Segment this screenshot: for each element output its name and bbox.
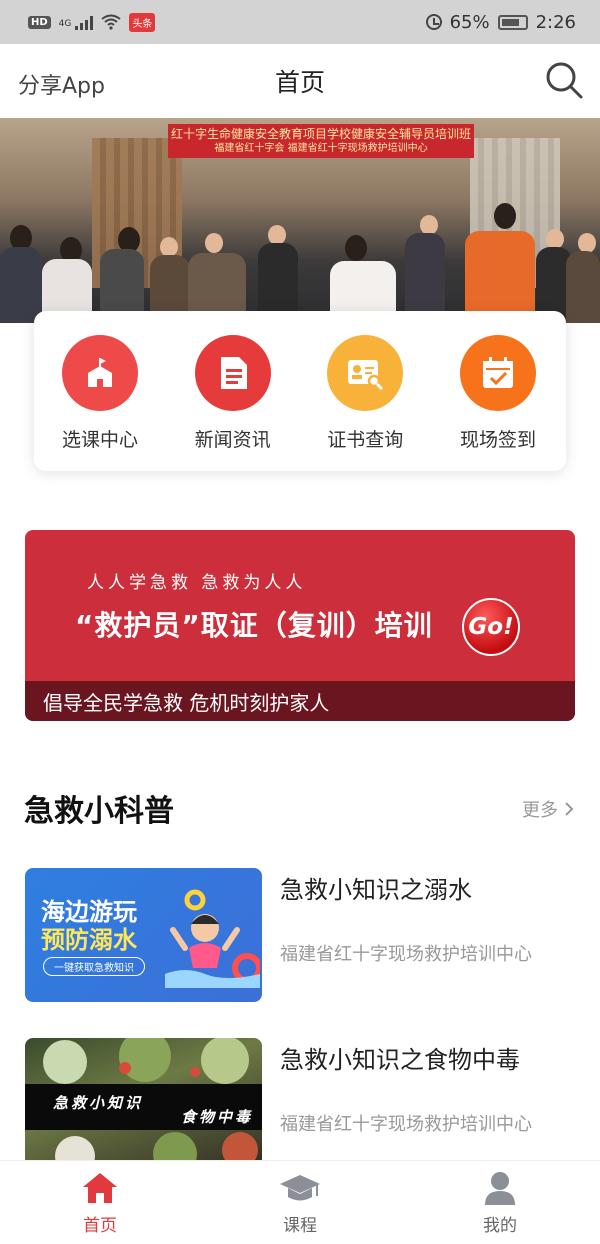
article-title: 急救小知识之溺水 bbox=[280, 876, 472, 904]
signal-icon bbox=[75, 14, 94, 30]
school-icon bbox=[62, 335, 138, 411]
certificate-icon bbox=[327, 335, 404, 411]
promo-subtitle: 人人学急救 急救为人人 bbox=[87, 573, 307, 593]
thumb-text: 急救小知识 bbox=[53, 1094, 144, 1112]
swimmer-illustration bbox=[165, 889, 260, 988]
article-source: 福建省红十字现场救护培训中心 bbox=[280, 1114, 532, 1135]
tab-label: 课程 bbox=[283, 1216, 317, 1236]
article-thumbnail: 海边游玩 预防溺水 一键获取急救知识 bbox=[25, 868, 262, 1002]
menu-item-checkin[interactable]: 现场签到 bbox=[458, 335, 538, 471]
article-source: 福建省红十字现场救护培训中心 bbox=[280, 944, 532, 965]
hd-indicator: HD bbox=[28, 15, 51, 29]
training-promo-banner[interactable]: 人人学急救 急救为人人 “救护员”取证（复训）培训 Go! 倡导全民学急救 危机… bbox=[25, 530, 575, 721]
search-icon[interactable] bbox=[544, 60, 584, 100]
page-title: 首页 bbox=[274, 68, 325, 97]
menu-item-news[interactable]: 新闻资讯 bbox=[193, 335, 273, 471]
tab-label: 首页 bbox=[83, 1216, 117, 1236]
section-title: 急救小科普 bbox=[24, 794, 174, 829]
status-bar: HD 4G 头条 65% 2:26 bbox=[0, 0, 600, 44]
nav-bar: 分享App 首页 bbox=[0, 44, 600, 118]
audience-crowd bbox=[0, 203, 600, 323]
more-label: 更多 bbox=[522, 800, 558, 821]
menu-label: 现场签到 bbox=[459, 429, 536, 451]
bottom-tab-bar: 首页 课程 我的 bbox=[0, 1160, 600, 1244]
battery-percent: 65% bbox=[449, 11, 490, 33]
menu-label: 选课中心 bbox=[61, 429, 138, 451]
banner-line-2: 福建省红十字会 福建省红十字现场救护培训中心 bbox=[214, 143, 428, 155]
menu-label: 证书查询 bbox=[327, 429, 404, 451]
hero-photo[interactable]: 红十字生命健康安全教育项目学校健康安全辅导员培训班 福建省红十字会 福建省红十字… bbox=[0, 118, 600, 323]
article-item[interactable]: 海边游玩 预防溺水 一键获取急救知识 急救小知识之溺水 福建省红十字现场救护培训… bbox=[25, 868, 575, 1002]
document-icon bbox=[194, 335, 271, 411]
status-time: 2:26 bbox=[535, 11, 576, 33]
more-link[interactable]: 更多 bbox=[522, 796, 574, 822]
graduation-cap-icon bbox=[280, 1175, 320, 1201]
network-type: 4G bbox=[58, 18, 72, 29]
tab-profile[interactable]: 我的 bbox=[400, 1161, 600, 1244]
user-icon bbox=[485, 1172, 515, 1205]
promo-footer: 倡导全民学急救 危机时刻护家人 bbox=[25, 681, 575, 721]
go-button[interactable]: Go! bbox=[462, 598, 520, 656]
share-app-button[interactable]: 分享App bbox=[18, 68, 105, 100]
wifi-icon bbox=[101, 14, 121, 30]
article-title: 急救小知识之食物中毒 bbox=[280, 1046, 520, 1074]
calendar-check-icon bbox=[459, 335, 536, 411]
thumb-text: 食物中毒 bbox=[181, 1108, 254, 1126]
home-icon bbox=[83, 1173, 117, 1203]
thumb-text: 预防溺水 bbox=[41, 926, 137, 954]
menu-label: 新闻资讯 bbox=[194, 429, 271, 451]
thumb-pill: 一键获取急救知识 bbox=[43, 957, 145, 976]
tab-home[interactable]: 首页 bbox=[0, 1161, 200, 1244]
promo-title: “救护员”取证（复训）培训 bbox=[75, 609, 433, 642]
article-thumbnail: 急救小知识 食物中毒 bbox=[25, 1038, 262, 1172]
tab-label: 我的 bbox=[483, 1216, 517, 1236]
quick-menu-card: 选课中心 新闻资讯 证书查询 现场签到 bbox=[34, 311, 566, 471]
tab-courses[interactable]: 课程 bbox=[200, 1161, 400, 1244]
alarm-icon bbox=[425, 14, 442, 30]
banner-line-1: 红十字生命健康安全教育项目学校健康安全辅导员培训班 bbox=[170, 127, 471, 141]
article-item[interactable]: 急救小知识 食物中毒 急救小知识之食物中毒 福建省红十字现场救护培训中心 bbox=[25, 1038, 575, 1172]
menu-item-certificate[interactable]: 证书查询 bbox=[325, 335, 405, 471]
chevron-right-icon bbox=[565, 802, 574, 816]
battery-icon bbox=[497, 14, 528, 30]
menu-item-course-center[interactable]: 选课中心 bbox=[60, 335, 140, 471]
hero-banner-sign: 红十字生命健康安全教育项目学校健康安全辅导员培训班 福建省红十字会 福建省红十字… bbox=[168, 124, 474, 158]
news-app-icon: 头条 bbox=[129, 12, 156, 32]
